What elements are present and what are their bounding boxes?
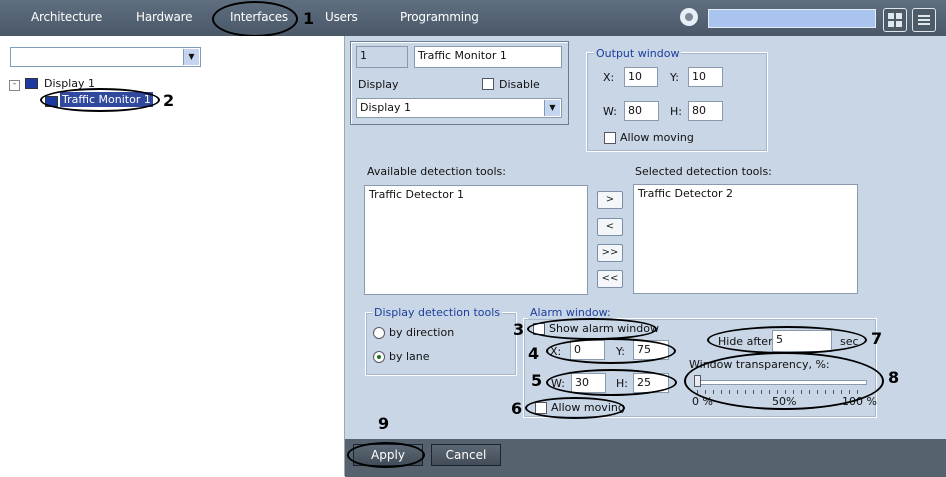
move-all-left-button[interactable]: <<	[597, 270, 623, 288]
output-y-field[interactable]: 10	[688, 67, 723, 87]
selected-tools-label: Selected detection tools:	[635, 165, 772, 178]
search-input[interactable]	[708, 9, 876, 28]
by-lane-label: by lane	[389, 350, 430, 363]
chevron-down-icon[interactable]: ▼	[544, 100, 560, 116]
output-w-label: W:	[603, 105, 617, 118]
annotation-number-8: 8	[888, 368, 900, 387]
move-all-right-button[interactable]: >>	[597, 244, 623, 262]
available-tools-list[interactable]: Traffic Detector 1	[364, 185, 588, 295]
output-y-label: Y:	[670, 71, 679, 84]
annotation-ellipse-2	[40, 88, 160, 112]
object-id-field[interactable]: 1	[356, 46, 408, 68]
by-direction-label: by direction	[389, 326, 455, 339]
collapse-icon[interactable]: -	[9, 80, 20, 91]
annotation-ellipse-4	[546, 338, 676, 364]
layout-grid-icon[interactable]	[883, 8, 907, 32]
display-detection-tools-title: Display detection tools	[372, 306, 503, 319]
annotation-number-5: 5	[531, 371, 543, 390]
menu-icon[interactable]	[912, 8, 936, 32]
annotation-ellipse-8	[684, 352, 884, 410]
output-x-field[interactable]: 10	[624, 67, 658, 87]
display-label: Display	[358, 78, 399, 91]
by-lane-radio[interactable]	[373, 351, 385, 363]
annotation-number-6: 6	[511, 399, 523, 418]
annotation-number-9: 9	[378, 414, 390, 433]
tab-programming[interactable]: Programming	[400, 10, 479, 24]
object-name-field[interactable]: Traffic Monitor 1	[414, 46, 562, 68]
disable-checkbox[interactable]	[482, 78, 494, 90]
output-w-field[interactable]: 80	[624, 101, 659, 121]
annotation-number-3: 3	[513, 320, 525, 339]
list-item[interactable]: Traffic Detector 2	[638, 187, 733, 200]
annotation-number-1: 1	[303, 9, 315, 28]
selected-tools-list[interactable]: Traffic Detector 2	[633, 184, 858, 294]
output-h-field[interactable]: 80	[688, 101, 723, 121]
list-item[interactable]: Traffic Detector 1	[369, 188, 464, 201]
display-detection-tools-group	[365, 312, 517, 376]
move-right-button[interactable]: >	[597, 191, 623, 209]
move-left-button[interactable]: <	[597, 218, 623, 236]
annotation-ellipse-9	[347, 442, 425, 468]
annotation-ellipse-1	[212, 1, 298, 37]
output-h-label: H:	[670, 105, 682, 118]
annotation-number-4: 4	[528, 344, 540, 363]
annotation-ellipse-5	[546, 369, 677, 396]
annotation-ellipse-3	[527, 318, 657, 340]
display-select-value: Display 1	[360, 101, 412, 114]
display-icon	[25, 78, 38, 89]
top-tab-bar: Architecture Hardware Interfaces Users P…	[0, 0, 946, 36]
by-direction-radio[interactable]	[373, 327, 385, 339]
display-select[interactable]: Display 1 ▼	[356, 98, 562, 118]
annotation-ellipse-7	[707, 326, 867, 354]
cancel-button[interactable]: Cancel	[431, 444, 501, 466]
annotation-number-7: 7	[871, 329, 883, 348]
disable-label: Disable	[499, 78, 540, 91]
available-tools-label: Available detection tools:	[367, 165, 506, 178]
bottom-button-bar: Apply Cancel	[345, 439, 946, 477]
chevron-down-icon[interactable]: ▼	[183, 49, 199, 65]
object-filter-select[interactable]: ▼	[10, 47, 201, 67]
settings-gear-icon[interactable]	[680, 8, 698, 26]
alarm-window-title: Alarm window:	[528, 306, 613, 319]
tab-hardware[interactable]: Hardware	[136, 10, 193, 24]
output-x-label: X:	[603, 71, 615, 84]
output-allow-moving-checkbox[interactable]	[604, 132, 616, 144]
output-window-title: Output window	[594, 47, 682, 60]
tab-users[interactable]: Users	[325, 10, 358, 24]
output-allow-moving-label: Allow moving	[620, 131, 694, 144]
tab-architecture[interactable]: Architecture	[31, 10, 102, 24]
annotation-ellipse-6	[525, 397, 625, 419]
annotation-number-2: 2	[163, 91, 175, 110]
